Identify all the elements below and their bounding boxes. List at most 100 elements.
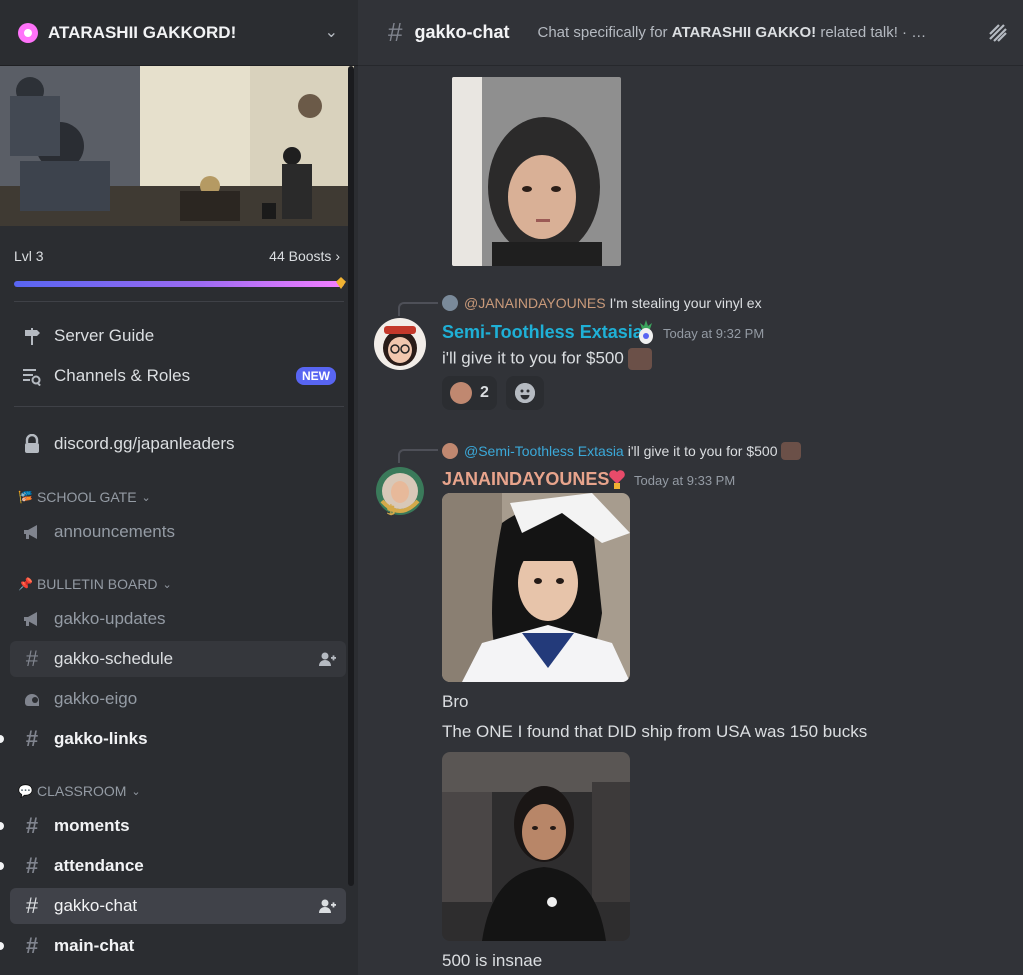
channel-name: gakko-links: [54, 729, 148, 748]
avatar[interactable]: $: [374, 465, 426, 517]
unread-indicator: [0, 942, 4, 950]
pineapple-badge-icon: [637, 320, 653, 344]
hashtag-icon: #: [25, 646, 39, 671]
megaphone-icon: [20, 520, 44, 544]
unread-indicator: [0, 735, 4, 743]
hashtag-icon: #: [25, 853, 39, 878]
hashtag-icon: #: [388, 17, 403, 47]
reply-avatar: [442, 443, 458, 459]
message-text: i'll give it to you for $500: [442, 348, 652, 370]
category-classroom[interactable]: 💬 CLASSROOM ⌄: [18, 783, 141, 799]
channel-name: gakko-eigo: [54, 689, 138, 708]
sidebar-scrollbar[interactable]: [348, 66, 354, 886]
unread-indicator: [0, 822, 4, 830]
speech-bubble-emoji-icon: 💬: [18, 784, 33, 798]
channel-name: main-chat: [54, 936, 135, 955]
invite-link-label: discord.gg/japanleaders: [54, 434, 235, 453]
reaction-count: 2: [480, 384, 489, 401]
reply-author: @JANAINDAYOUNES: [464, 295, 606, 311]
message-author[interactable]: Semi-Toothless Extasia: [442, 322, 643, 343]
category-bulletin-board[interactable]: 📌 BULLETIN BOARD ⌄: [18, 576, 172, 592]
message-author[interactable]: JANAINDAYOUNES: [442, 469, 609, 490]
channel-title: gakko-chat: [414, 22, 510, 42]
chevron-down-icon[interactable]: ⌄: [325, 22, 338, 42]
hashtag-icon: #: [25, 813, 39, 838]
hashtag-icon: #: [25, 893, 39, 918]
channel-name: gakko-chat: [54, 896, 138, 915]
forum-icon: [20, 687, 44, 711]
message-text: Bro: [442, 692, 469, 711]
reply-text: I'm stealing your vinyl ex: [609, 295, 762, 311]
boost-level: Lvl 3: [14, 248, 44, 264]
channel-header: # gakko-chat Chat specifically for ATARA…: [358, 0, 1023, 66]
channel-gakko-eigo[interactable]: gakko-eigo: [10, 681, 346, 717]
channel-sidebar: ATARASHII GAKKORD! ⌄ Lvl 3 44 Boosts › S…: [0, 0, 358, 975]
channel-name: attendance: [54, 856, 144, 875]
channel-name: gakko-schedule: [54, 649, 174, 668]
boost-count: 44 Boosts ›: [269, 248, 340, 264]
channels-roles-item[interactable]: Channels & Roles NEW: [10, 358, 346, 394]
reply-connector: [398, 449, 438, 463]
new-badge: NEW: [296, 367, 336, 385]
divider: [14, 301, 344, 302]
chevron-down-icon: ⌄: [162, 578, 172, 591]
server-badge-icon: [18, 22, 38, 43]
message-image-attachment[interactable]: [442, 493, 630, 682]
channel-gakko-chat[interactable]: # gakko-chat: [10, 888, 346, 924]
message-timestamp: Today at 9:32 PM: [663, 326, 765, 341]
flags-emoji-icon: 🎏: [18, 490, 33, 504]
invite-link-item[interactable]: discord.gg/japanleaders: [10, 426, 346, 462]
server-banner: [0, 66, 354, 226]
heart-badge-icon: [608, 468, 625, 490]
message-text: The ONE I found that DID ship from USA w…: [442, 722, 868, 741]
server-guide-item[interactable]: Server Guide: [10, 318, 346, 354]
boost-gem-icon: [336, 277, 346, 289]
boost-progress-bar: [14, 281, 344, 287]
reply-preview[interactable]: @Semi-Toothless Extasia i'll give it to …: [442, 442, 802, 460]
channel-main-chat[interactable]: # main-chat: [0, 928, 346, 964]
custom-emoji-icon: [627, 348, 652, 370]
channel-name: announcements: [54, 522, 175, 541]
add-reaction-button[interactable]: [506, 376, 544, 410]
channel-attendance[interactable]: # attendance: [0, 848, 346, 884]
channel-moments[interactable]: # moments: [0, 808, 346, 844]
boost-progress-row[interactable]: Lvl 3 44 Boosts ›: [14, 248, 340, 264]
message-timestamp: Today at 9:33 PM: [634, 473, 736, 488]
channel-browse-icon: [20, 364, 44, 388]
face-emoji-icon: [450, 382, 472, 404]
channel-gakko-links[interactable]: # gakko-links: [0, 721, 346, 757]
signpost-icon: [20, 324, 44, 348]
reply-avatar: [442, 295, 458, 311]
smiley-icon: [515, 383, 535, 403]
chevron-down-icon: ⌄: [131, 785, 141, 798]
hashtag-icon: #: [25, 726, 39, 751]
category-school-gate[interactable]: 🎏 SCHOOL GATE ⌄: [18, 489, 151, 505]
megaphone-icon: [20, 607, 44, 631]
reply-text: i'll give it to you for $500: [627, 443, 778, 459]
avatar[interactable]: [374, 318, 426, 370]
reply-author: @Semi-Toothless Extasia: [464, 443, 624, 459]
invite-member-icon[interactable]: [318, 651, 336, 670]
chevron-down-icon: ⌄: [141, 491, 151, 504]
channel-gakko-updates[interactable]: gakko-updates: [10, 601, 346, 637]
reaction-chip[interactable]: 2: [442, 376, 497, 410]
message-image-attachment[interactable]: [442, 752, 630, 941]
channel-announcements[interactable]: announcements: [10, 514, 346, 550]
reply-connector: [398, 302, 438, 316]
svg-text:$: $: [386, 503, 396, 517]
channel-gakko-schedule[interactable]: # gakko-schedule: [10, 641, 346, 677]
threads-icon[interactable]: [987, 22, 1009, 44]
unread-indicator: [0, 862, 4, 870]
server-header[interactable]: ATARASHII GAKKORD! ⌄: [0, 0, 358, 66]
hashtag-icon: #: [25, 933, 39, 958]
channels-roles-label: Channels & Roles: [54, 366, 191, 385]
server-name: ATARASHII GAKKORD!: [48, 22, 237, 42]
message-image-attachment[interactable]: [452, 77, 621, 266]
invite-member-icon[interactable]: [318, 898, 336, 917]
pushpin-emoji-icon: 📌: [18, 577, 33, 591]
reply-preview[interactable]: @JANAINDAYOUNES I'm stealing your vinyl …: [442, 295, 762, 311]
lock-icon: [20, 432, 44, 456]
divider: [14, 406, 344, 407]
channel-topic[interactable]: Chat specifically for ATARASHII GAKKO! r…: [538, 24, 927, 41]
server-guide-label: Server Guide: [54, 326, 155, 345]
